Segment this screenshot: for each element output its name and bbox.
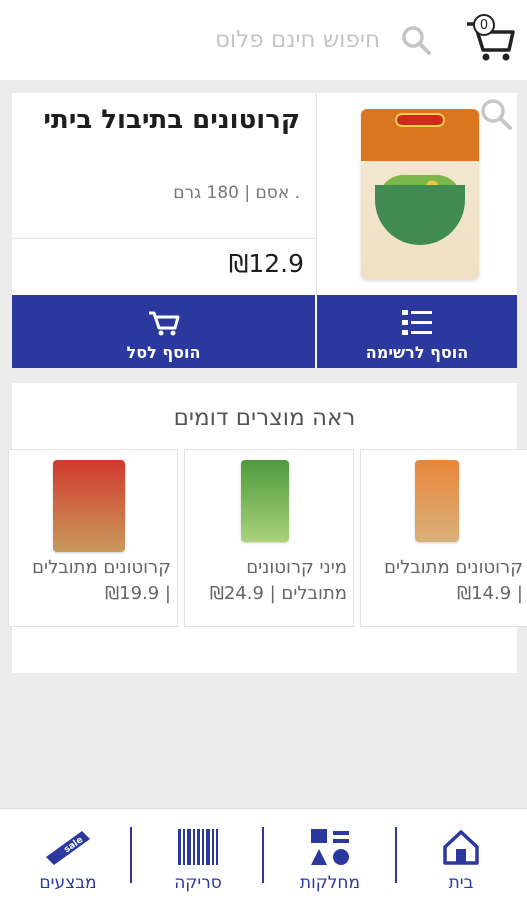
similar-product-card[interactable]: קרוטונים מתובלים | ₪19.9 xyxy=(8,449,178,627)
search-icon[interactable] xyxy=(400,24,432,56)
add-to-list-label: הוסף לרשימה xyxy=(365,343,469,362)
bottom-navigation: בית מחלקות סריקה sale מבצעים xyxy=(0,808,527,900)
add-to-cart-button[interactable]: הוסף לסל xyxy=(12,295,315,368)
product-brand-weight: . אסם | 180 גרם xyxy=(173,183,300,203)
list-icon xyxy=(402,310,432,335)
similar-products-section: ראה מוצרים דומים קרוטונים מתובלים | ₪14.… xyxy=(8,383,527,673)
sale-tag-icon: sale xyxy=(46,831,90,865)
nav-deals-label: מבצעים xyxy=(39,873,97,893)
similar-products-title: ראה מוצרים דומים xyxy=(173,405,356,431)
similar-product-image xyxy=(415,460,459,542)
nav-home-label: בית xyxy=(448,873,474,893)
top-bar: 0 xyxy=(0,0,527,80)
add-to-cart-label: הוסף לסל xyxy=(126,343,201,362)
product-price: ₪12.9 xyxy=(228,249,304,278)
nav-departments[interactable]: מחלקות xyxy=(280,809,380,900)
product-title: קרוטונים בתיבול ביתי xyxy=(43,105,300,135)
departments-icon xyxy=(311,829,349,865)
cart-count-badge: 0 xyxy=(473,14,495,36)
nav-divider xyxy=(262,827,264,883)
product-image[interactable] xyxy=(316,93,517,295)
similar-product-name: מיני קרוטונים מתובלים | ₪24.9 xyxy=(209,557,347,604)
nav-deals[interactable]: sale מבצעים xyxy=(22,809,114,900)
nav-divider xyxy=(395,827,397,883)
nav-home[interactable]: בית xyxy=(420,809,502,900)
price-row: ₪12.9 xyxy=(12,238,316,295)
similar-product-name: קרוטונים מתובלים | ₪19.9 xyxy=(32,557,171,604)
similar-product-name: קרוטונים מתובלים | ₪14.9 xyxy=(384,557,523,604)
nav-divider xyxy=(130,827,132,883)
home-icon xyxy=(443,830,479,865)
nav-departments-label: מחלקות xyxy=(299,873,361,893)
similar-product-card[interactable]: קרוטונים מתובלים | ₪14.9 xyxy=(360,449,527,627)
cart-button[interactable]: 0 xyxy=(463,10,517,64)
nav-scan-label: סריקה xyxy=(174,873,222,893)
similar-product-card[interactable]: מיני קרוטונים מתובלים | ₪24.9 xyxy=(184,449,354,627)
product-info: קרוטונים בתיבול ביתי . אסם | 180 גרם ₪12… xyxy=(12,93,316,295)
product-card: קרוטונים בתיבול ביתי . אסם | 180 גרם ₪12… xyxy=(12,93,517,368)
nav-scan[interactable]: סריקה xyxy=(150,809,246,900)
search-input[interactable] xyxy=(60,20,380,60)
product-package-image xyxy=(361,109,479,279)
zoom-icon[interactable] xyxy=(479,97,513,131)
cart-icon xyxy=(148,311,179,336)
similar-product-image xyxy=(241,460,289,542)
barcode-icon xyxy=(178,829,218,865)
similar-product-image xyxy=(53,460,125,552)
add-to-list-button[interactable]: הוסף לרשימה xyxy=(317,295,517,368)
